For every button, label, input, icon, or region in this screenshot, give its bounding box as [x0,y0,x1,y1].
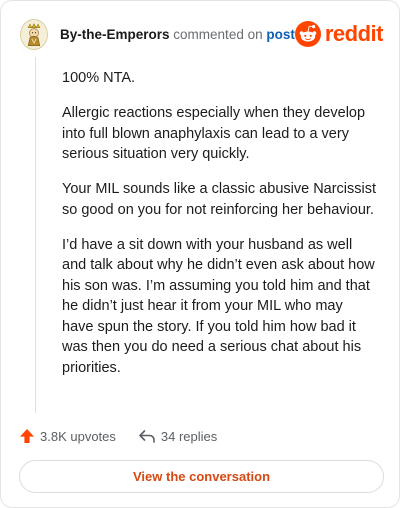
upvote-arrow-icon [20,429,34,443]
comment-paragraph: I’d have a sit down with your husband as… [62,236,375,376]
comment-paragraph: Allergic reactions especially when they … [62,105,366,162]
thread-line[interactable] [35,57,36,413]
brand-wordmark: reddit [324,21,384,46]
reddit-logo-icon [294,21,321,47]
reply-arrow-icon [139,430,155,443]
comment-header: By-the-Emperors commented on post reddit [20,17,384,51]
username-link[interactable]: By-the-Emperors [60,27,170,42]
reply-count: 34 replies [160,428,218,444]
user-avatar[interactable] [20,18,48,50]
upvote-button[interactable]: 3.8K upvotes [19,428,116,444]
comment-actions: 3.8K upvotes 34 replies [19,426,217,446]
replies-button[interactable]: 34 replies [138,428,217,444]
upvote-count: 3.8K upvotes [40,428,116,444]
comment-meta: By-the-Emperors commented on post [60,27,295,42]
comment-body: 100% NTA. Allergic reactions especially … [62,68,378,393]
comment-card: By-the-Emperors commented on post reddit… [0,0,400,508]
comment-paragraph: Your MIL sounds like a classic abusive N… [62,181,377,218]
comment-paragraph: 100% NTA. [62,70,136,86]
emperor-avatar-icon [21,21,47,47]
action-text: commented on [173,26,263,42]
reddit-brand[interactable]: reddit [294,21,384,47]
post-link[interactable]: post [266,27,295,42]
view-conversation-button[interactable]: View the conversation [19,460,384,493]
